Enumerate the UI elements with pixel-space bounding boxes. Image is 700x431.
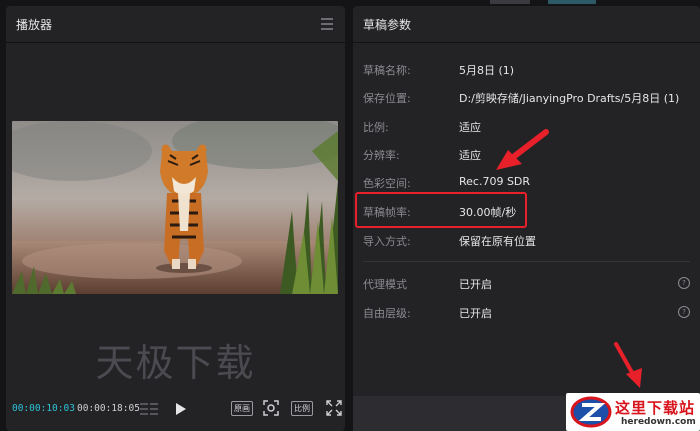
label-free-layer: 自由层级:: [363, 307, 411, 320]
tiger-video-frame: [12, 121, 338, 294]
play-icon[interactable]: [174, 401, 188, 417]
top-tab-active-decor: [548, 0, 596, 4]
timecode-current: 00:00:10:03: [12, 403, 75, 414]
logo-emblem-icon: [570, 396, 612, 428]
grid-icon[interactable]: [140, 402, 158, 416]
value-free-layer: 已开启: [459, 307, 492, 320]
label-import-mode: 导入方式:: [363, 235, 411, 248]
ratio-button[interactable]: 比例: [291, 401, 313, 416]
value-resolution: 适应: [459, 149, 481, 162]
player-title: 播放器: [16, 17, 53, 32]
label-draft-name: 草稿名称:: [363, 64, 411, 77]
value-draft-name: 5月8日 (1): [459, 64, 515, 77]
value-save-location: D:/剪映存储/JianyingPro Drafts/5月8日 (1): [459, 92, 680, 105]
timecode-total: 00:00:18:05: [77, 403, 140, 414]
value-import-mode: 保留在原有位置: [459, 235, 536, 248]
annotation-arrow-down-icon: [614, 342, 642, 388]
draft-title: 草稿参数: [363, 17, 412, 32]
label-resolution: 分辨率:: [363, 149, 400, 162]
value-color-space: Rec.709 SDR: [459, 175, 531, 188]
row-proxy-mode: 代理模式 已开启 ?: [363, 274, 690, 294]
player-header: 播放器: [6, 6, 345, 43]
value-ratio: 适应: [459, 121, 481, 134]
annotation-arrow-icon: [496, 129, 549, 170]
label-save-location: 保存位置:: [363, 92, 411, 105]
player-panel: 播放器 天极下载 00:00:10:03 00:00:18:05 原画 比例: [6, 6, 345, 431]
row-import-mode: 导入方式: 保留在原有位置: [363, 231, 690, 251]
top-tab-decor: [490, 0, 530, 4]
proxy-help-icon[interactable]: ?: [678, 277, 690, 289]
menu-icon[interactable]: [321, 18, 333, 33]
row-draft-name: 草稿名称: 5月8日 (1): [363, 60, 690, 80]
fullscreen-focus-icon[interactable]: [263, 400, 279, 416]
draft-header: 草稿参数: [353, 6, 700, 43]
site-logo: 这里下载站 heredown.com: [566, 393, 700, 431]
original-quality-button[interactable]: 原画: [231, 401, 253, 416]
logo-title: 这里下载站: [615, 399, 696, 417]
watermark-text: 天极下载: [95, 341, 256, 385]
row-color-space: 色彩空间: Rec.709 SDR: [363, 173, 690, 193]
frame-rate-highlight-box: [355, 192, 527, 228]
value-proxy-mode: 已开启: [459, 278, 492, 291]
row-free-layer: 自由层级: 已开启 ?: [363, 303, 690, 323]
free-layer-help-icon[interactable]: ?: [678, 306, 690, 318]
row-save-location: 保存位置: D:/剪映存储/JianyingPro Drafts/5月8日 (1…: [363, 88, 690, 108]
video-preview[interactable]: [12, 121, 338, 294]
logo-url: heredown.com: [621, 417, 696, 427]
fullscreen-icon[interactable]: [326, 400, 342, 416]
section-divider: [363, 261, 690, 262]
label-color-space: 色彩空间:: [363, 177, 411, 190]
draft-params-panel: 草稿参数 草稿名称: 5月8日 (1) 保存位置: D:/剪映存储/Jianyi…: [353, 6, 700, 431]
label-ratio: 比例:: [363, 121, 389, 134]
label-proxy-mode: 代理模式: [363, 278, 407, 291]
player-controls: 00:00:10:03 00:00:18:05 原画 比例: [6, 400, 345, 418]
